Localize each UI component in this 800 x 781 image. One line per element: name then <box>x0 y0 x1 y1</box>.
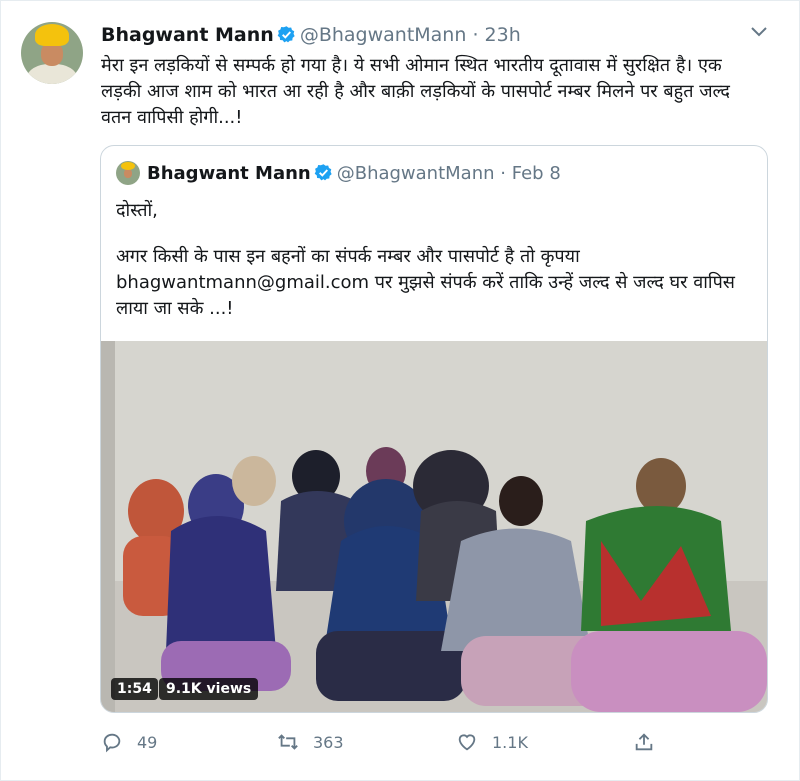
quoted-tweet-header: Bhagwant Mann @BhagwantMann · Feb 8 <box>147 162 561 186</box>
quoted-tweet-text: दोस्तों, अगर किसी के पास इन बहनों का संप… <box>116 198 756 322</box>
video-views: 9.1K views <box>159 678 259 700</box>
reply-button[interactable]: 49 <box>101 731 157 753</box>
verified-badge-icon <box>277 26 295 43</box>
author-name[interactable]: Bhagwant Mann <box>101 24 274 46</box>
video-player[interactable]: 1:54 9.1K views <box>101 341 767 712</box>
author-handle[interactable]: @BhagwantMann <box>300 24 467 46</box>
separator-dot: · <box>472 24 479 46</box>
quoted-tweet[interactable]: Bhagwant Mann @BhagwantMann · Feb 8 दोस्त… <box>100 145 768 713</box>
tweet-card[interactable]: Bhagwant Mann @BhagwantMann · 23h मेरा इन… <box>0 0 800 781</box>
tweet-time[interactable]: 23h <box>485 24 521 46</box>
share-button[interactable] <box>633 731 669 753</box>
quoted-message: अगर किसी के पास इन बहनों का संपर्क नम्बर… <box>116 246 735 319</box>
retweet-count: 363 <box>313 732 344 752</box>
retweet-button[interactable]: 363 <box>277 731 344 753</box>
reply-icon <box>103 733 121 753</box>
quoted-author-handle: @BhagwantMann <box>336 163 495 184</box>
quoted-author-avatar <box>116 161 140 185</box>
like-count: 1.1K <box>492 732 528 752</box>
share-icon <box>635 733 653 751</box>
tweet-header: Bhagwant Mann @BhagwantMann · 23h <box>101 23 521 47</box>
tweet-text: मेरा इन लड़कियों से सम्पर्क हो गया है। य… <box>101 55 730 128</box>
reply-count: 49 <box>137 732 158 752</box>
video-duration: 1:54 <box>111 678 158 700</box>
chevron-down-icon[interactable] <box>749 25 769 39</box>
like-button[interactable]: 1.1K <box>456 731 528 753</box>
verified-badge-icon <box>314 164 332 181</box>
retweet-icon <box>278 734 298 750</box>
author-avatar[interactable] <box>21 22 83 84</box>
tweet-actions: 49 363 1.1K <box>101 731 661 761</box>
quoted-tweet-date: Feb 8 <box>511 163 561 184</box>
like-icon <box>458 734 476 751</box>
quoted-author-name: Bhagwant Mann <box>147 163 311 184</box>
separator-dot: · <box>500 163 506 184</box>
video-thumbnail <box>101 341 767 712</box>
quoted-greeting: दोस्तों, <box>116 200 158 221</box>
